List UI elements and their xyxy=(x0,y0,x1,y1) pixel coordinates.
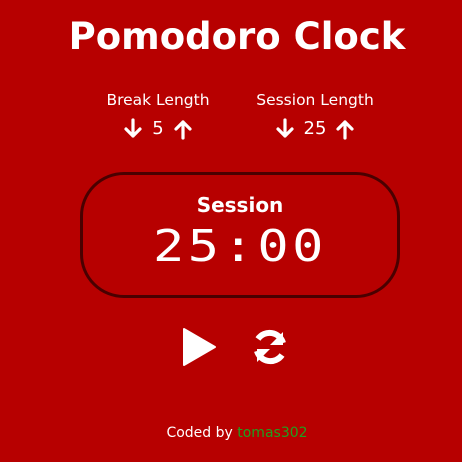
session-decrement-button[interactable] xyxy=(274,117,296,141)
refresh-icon xyxy=(254,329,286,365)
timer-panel: Session 25:00 xyxy=(80,172,400,298)
session-length-value: 25 xyxy=(303,118,327,139)
play-button[interactable] xyxy=(180,326,218,368)
break-length-label: Break Length xyxy=(106,91,210,109)
session-increment-button[interactable] xyxy=(334,117,356,141)
break-length-value: 5 xyxy=(152,118,164,139)
arrow-down-icon xyxy=(124,118,142,138)
break-length-control: Break Length 5 xyxy=(93,90,223,141)
break-decrement-button[interactable] xyxy=(122,117,144,141)
session-length-label: Session Length xyxy=(256,91,374,109)
break-length-row: 5 xyxy=(93,117,223,141)
break-increment-button[interactable] xyxy=(172,117,194,141)
footer: Coded by tomas302 xyxy=(0,424,462,442)
timer-display: 25:00 xyxy=(152,221,327,272)
page-title: Pomodoro Clock xyxy=(68,15,406,58)
play-icon xyxy=(183,328,216,366)
arrow-up-icon xyxy=(174,120,192,140)
arrow-down-icon xyxy=(275,118,294,138)
timer-label: Session xyxy=(196,193,284,217)
timer-controls xyxy=(180,326,290,368)
footer-prefix: Coded by xyxy=(166,425,238,441)
session-length-control: Session Length 25 xyxy=(245,90,385,141)
arrow-up-icon xyxy=(336,120,355,140)
author-link[interactable]: tomas302 xyxy=(237,425,307,441)
session-length-row: 25 xyxy=(245,117,385,141)
pomodoro-app: Pomodoro Clock Break Length 5 Session Le… xyxy=(0,0,462,462)
reset-button[interactable] xyxy=(250,327,290,367)
